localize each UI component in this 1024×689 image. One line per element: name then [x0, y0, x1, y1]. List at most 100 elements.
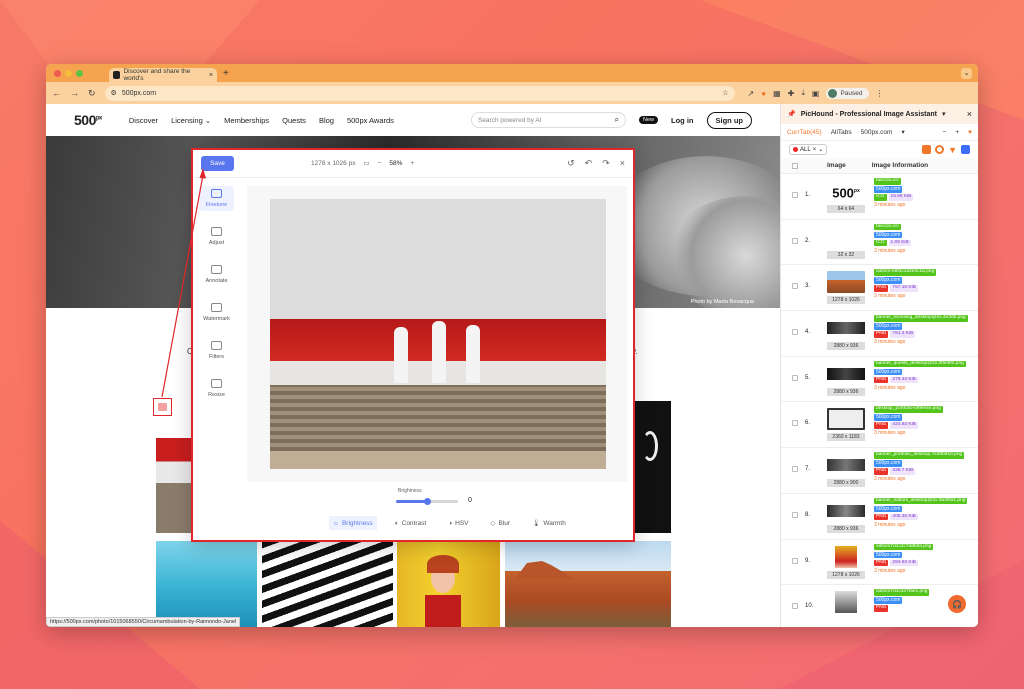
- pin-icon[interactable]: 📌: [787, 110, 796, 118]
- nav-licensing[interactable]: Licensing ⌄: [171, 116, 211, 125]
- image-list-item[interactable]: 9. 1278 x 1026 editors7d1c3c7a8b9a.png 500p…: [781, 540, 978, 586]
- minus-icon[interactable]: −: [943, 129, 947, 136]
- panel-title-caret-icon[interactable]: ▾: [942, 110, 946, 118]
- tab-domain[interactable]: 500px.com: [861, 129, 893, 136]
- image-thumbnail[interactable]: [827, 363, 865, 385]
- save-button[interactable]: Save: [201, 156, 234, 171]
- share-icon[interactable]: ↗: [748, 89, 755, 98]
- filename-badge[interactable]: editors7d1c3c7a8b9a.png: [874, 543, 934, 550]
- image-thumbnail[interactable]: [827, 317, 865, 339]
- reload-icon[interactable]: ↻: [88, 88, 96, 99]
- tab-currtab[interactable]: CurrTab(45): [787, 129, 822, 136]
- slider-handle[interactable]: [423, 498, 431, 505]
- adjust-tab-warmth[interactable]: 🌡 Warmth: [528, 516, 570, 530]
- row-checkbox[interactable]: [792, 237, 798, 244]
- row-checkbox[interactable]: [792, 603, 798, 610]
- site-settings-icon[interactable]: ⚙: [111, 89, 117, 97]
- nav-awards[interactable]: 500px Awards: [347, 116, 394, 125]
- brightness-slider[interactable]: Brightness 0: [396, 488, 486, 505]
- gallery-tile-ocean[interactable]: [156, 541, 257, 627]
- row-checkbox[interactable]: [792, 283, 798, 290]
- download-icon[interactable]: ⤓: [801, 88, 805, 98]
- filename-badge[interactable]: banner_licensing_desktop@2x.4e3db.png: [874, 315, 968, 322]
- nav-quests[interactable]: Quests: [282, 116, 306, 125]
- revert-icon[interactable]: ↺: [567, 158, 575, 169]
- image-list-item[interactable]: 3. 1278 x 1026 editors-b8f3c1d2e3c1a.png 50…: [781, 265, 978, 312]
- edited-photo[interactable]: [270, 199, 606, 469]
- tool-adjust[interactable]: Adjust: [199, 224, 234, 249]
- nav-discover[interactable]: Discover: [129, 116, 158, 125]
- undo-icon[interactable]: ↶: [585, 158, 593, 169]
- fit-icon[interactable]: ▭: [363, 159, 369, 167]
- browser-tab[interactable]: Discover and share the world's ×: [109, 68, 217, 82]
- row-checkbox[interactable]: [792, 192, 798, 198]
- image-edit-marker[interactable]: [153, 398, 172, 416]
- editor-close-icon[interactable]: ×: [620, 158, 625, 169]
- close-window-button[interactable]: [54, 69, 61, 77]
- image-thumbnail[interactable]: 500px: [827, 180, 865, 202]
- signup-button[interactable]: Sign up: [706, 111, 752, 129]
- adjust-tab-blur[interactable]: ◇ Blur: [487, 516, 515, 530]
- photo-credit[interactable]: Photo by Marta Bevacqua: [691, 299, 754, 305]
- url-field[interactable]: ⚙ 500px.com ☆: [104, 85, 735, 101]
- target-icon[interactable]: [935, 145, 945, 154]
- image-thumbnail[interactable]: [827, 500, 865, 522]
- gallery-tile-stripes[interactable]: [262, 541, 393, 627]
- image-thumbnail[interactable]: [827, 545, 865, 568]
- image-thumbnail[interactable]: [827, 226, 865, 248]
- login-link[interactable]: Log in: [671, 116, 694, 125]
- image-thumbnail[interactable]: [827, 408, 865, 431]
- row-checkbox[interactable]: [792, 557, 798, 564]
- gallery-tile-2[interactable]: [634, 401, 671, 533]
- pichound-extension-icon[interactable]: ●: [761, 89, 766, 98]
- filename-badge[interactable]: banner_portfolio_desktop.7e30b910.png: [874, 452, 965, 459]
- zoom-in-icon[interactable]: +: [410, 160, 414, 167]
- 500px-logo[interactable]: 500px: [74, 112, 102, 128]
- filename-badge[interactable]: banner_editors_desktop@2x.0a4f5a1.png: [874, 497, 968, 505]
- image-list-item[interactable]: 7. 2880 x 900 banner_portfolio_desktop.7e3…: [781, 448, 978, 494]
- image-list-item[interactable]: 4. 2880 x 936 banner_licensing_desktop@2x.…: [781, 311, 978, 357]
- image-list-item[interactable]: 6. 2360 x 1183 desktop_portfolio-b9fee4e.p…: [781, 402, 978, 449]
- filename-badge[interactable]: editors-b8f3c1d2e3c1a.png: [874, 269, 937, 276]
- image-list-item[interactable]: 5. 2880 x 936 banner_quests_desktop@2x.0f6…: [781, 357, 978, 403]
- image-list-item[interactable]: 2. 32 x 32 favicon.ico 500px.com ICO 1.05 KiB…: [781, 220, 978, 266]
- panel-close-icon[interactable]: ×: [967, 109, 972, 119]
- new-tab-button[interactable]: +: [223, 68, 229, 79]
- gallery-tile-canyon[interactable]: [505, 541, 671, 627]
- clear-filter-icon[interactable]: ×: [813, 147, 817, 153]
- nav-blog[interactable]: Blog: [319, 116, 334, 125]
- image-list-item[interactable]: 8. 2880 x 936 banner_editors_desktop@2x.0a…: [781, 494, 978, 540]
- filename-badge[interactable]: editors7d1c3e7fae1.png: [874, 589, 930, 596]
- tab-close-icon[interactable]: ×: [209, 72, 213, 79]
- tool-resize[interactable]: Resize: [199, 376, 234, 401]
- tabs-dropdown-icon[interactable]: ▾: [901, 128, 904, 136]
- filename-badge[interactable]: desktop_portfolio-b9fee4e.png: [874, 406, 943, 413]
- select-all-checkbox[interactable]: [792, 162, 798, 169]
- nav-memberships[interactable]: Memberships: [224, 116, 269, 125]
- minimize-window-button[interactable]: [65, 69, 72, 77]
- row-checkbox[interactable]: [792, 329, 798, 336]
- tool-filters[interactable]: Filters: [199, 338, 234, 363]
- heart-icon[interactable]: ♥: [968, 129, 972, 136]
- support-fab-icon[interactable]: 🎧: [948, 595, 966, 613]
- back-icon[interactable]: ←: [52, 88, 61, 98]
- image-thumbnail[interactable]: [827, 591, 865, 614]
- tab-search-chevron-icon[interactable]: ⌄: [961, 67, 972, 79]
- download-all-icon[interactable]: [961, 145, 970, 154]
- filter-all-select[interactable]: ALL × ⌄: [789, 144, 828, 155]
- puzzle-extensions-icon[interactable]: ✚: [788, 89, 795, 98]
- sidepanel-icon[interactable]: ▣: [812, 89, 820, 98]
- adjust-tab-hsv[interactable]: ◑ HSV: [444, 516, 472, 530]
- adjust-tab-contrast[interactable]: ◐ Contrast: [391, 516, 431, 530]
- gallery-tile-portrait[interactable]: [397, 541, 500, 627]
- slider-track[interactable]: [396, 498, 458, 505]
- redo-icon[interactable]: ↷: [602, 158, 610, 169]
- tool-watermark[interactable]: Watermark: [199, 300, 234, 325]
- search-icon[interactable]: ⌕: [615, 115, 619, 125]
- gallery-tile-1[interactable]: [156, 401, 196, 533]
- zoom-level[interactable]: 58%: [389, 160, 402, 167]
- menu-kebab-icon[interactable]: ⋮: [876, 89, 884, 98]
- tool-annotate[interactable]: Annotate: [199, 262, 234, 287]
- image-thumbnail[interactable]: [827, 454, 865, 476]
- profile-button[interactable]: Paused: [826, 87, 869, 99]
